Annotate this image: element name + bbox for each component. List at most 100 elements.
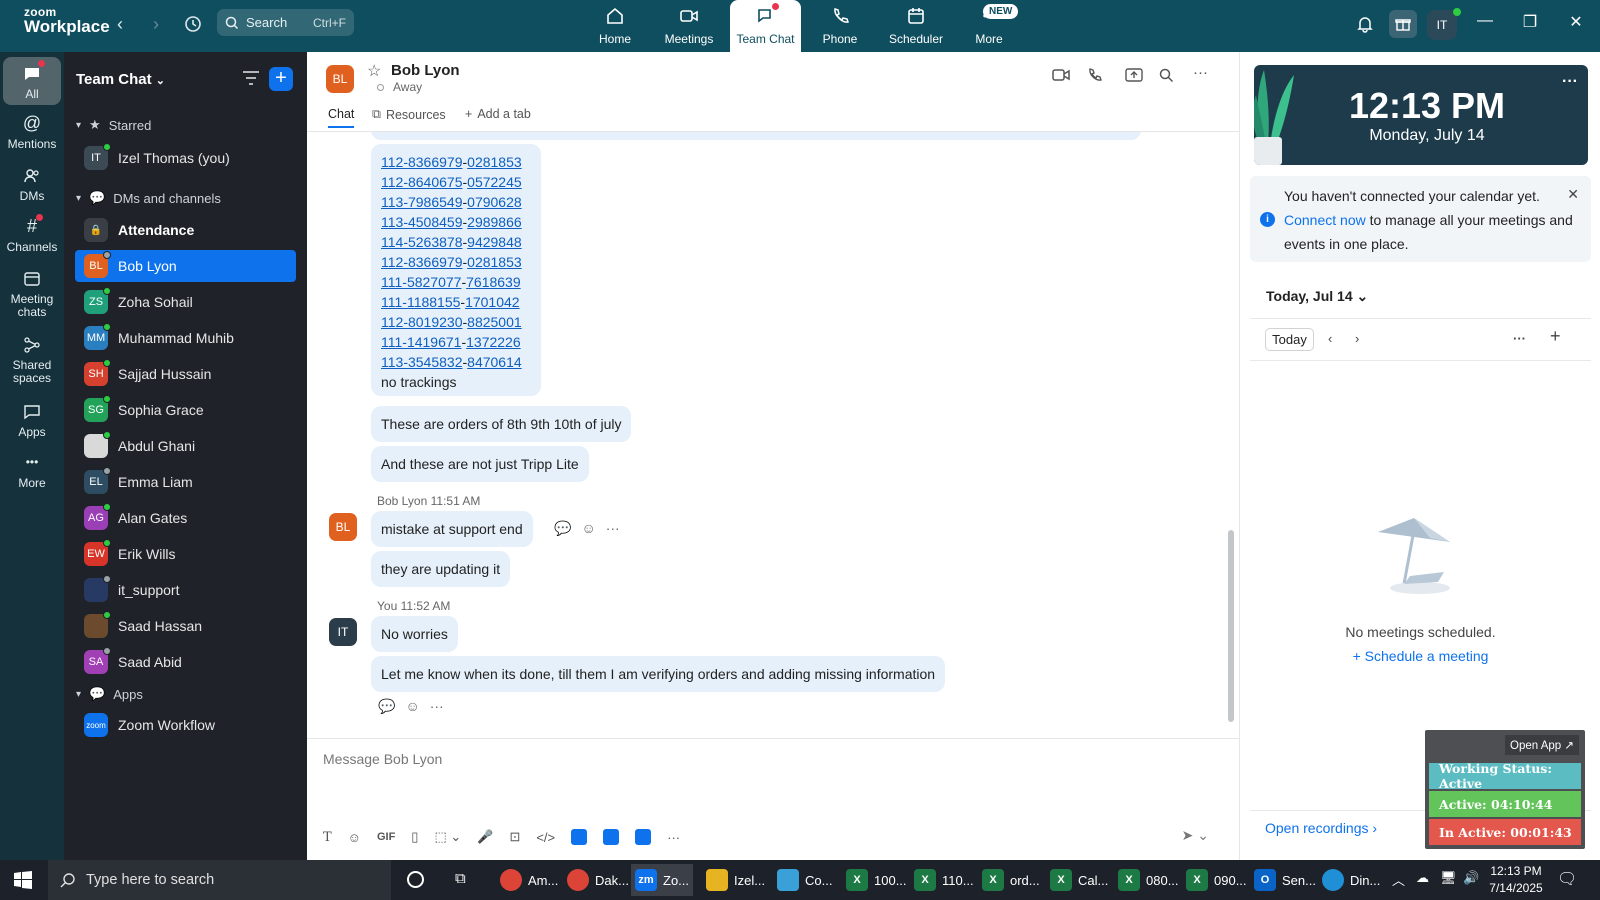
send-button[interactable]: ➤ ⌄ [1182,827,1209,844]
new-chat-button[interactable]: + [269,67,293,91]
taskbar-app[interactable]: Am... [496,864,562,896]
contact-item[interactable]: Abdul Ghani [75,430,296,462]
tracking-link[interactable]: 114-5263878 [381,234,462,250]
contact-item[interactable]: EW Erik Wills [75,538,296,570]
taskbar-app[interactable]: Co... [773,864,836,896]
prev-day-icon[interactable]: ‹ [1328,331,1332,346]
tab-team-chat[interactable]: Team Chat [730,0,801,52]
avatar[interactable]: BL [329,513,357,541]
tracking-link[interactable]: 0281853 [467,254,522,270]
tracking-link[interactable]: 0790628 [467,194,522,210]
file-icon[interactable]: ▯ [411,829,418,845]
rail-shared-spaces[interactable]: Shared spaces [3,334,61,385]
app-icon[interactable] [603,829,620,845]
apps-section[interactable]: ▾ 💬 Apps [76,686,143,702]
rail-channels[interactable]: # Channels [3,214,61,254]
rail-all[interactable]: All [3,57,61,106]
tab-phone[interactable]: Phone [804,0,876,52]
rail-more[interactable]: ••• More [3,452,61,490]
emoji-icon[interactable]: ☺ [405,698,419,715]
task-view-icon[interactable]: ⧉ [455,870,466,887]
more-icon[interactable]: ··· [430,698,444,715]
app-icon[interactable] [635,829,652,845]
rail-dms[interactable]: DMs [3,165,61,203]
filter-icon[interactable] [242,70,260,89]
minimize-icon[interactable]: — [1473,12,1497,30]
tracking-link[interactable]: 112-8019230 [381,314,462,330]
screenshot-icon[interactable]: ⬚ ⌄ [434,829,461,845]
onedrive-icon[interactable]: ☁ [1416,870,1429,886]
open-recordings-link[interactable]: Open recordings › [1265,820,1377,836]
starred-item-self[interactable]: IT Izel Thomas (you) [75,142,296,174]
close-icon[interactable]: ✕ [1564,12,1588,32]
more-options-icon[interactable]: ··· [1193,64,1208,81]
starred-section[interactable]: ▾ ★ Starred [76,117,151,133]
tracking-link[interactable]: 1372226 [466,334,521,350]
tracking-link[interactable]: 111-1188155 [381,294,460,310]
taskbar-app[interactable]: X 100... [842,864,911,896]
gif-icon[interactable]: GIF [377,831,395,843]
emoji-icon[interactable]: ☺ [348,830,361,845]
contact-item[interactable]: AG Alan Gates [75,502,296,534]
tracking-link[interactable]: 0281853 [467,154,522,170]
taskbar-app[interactable]: Din... [1318,864,1384,896]
tab-home[interactable]: Home [579,0,651,52]
taskbar-app[interactable]: Dak... [563,864,633,896]
video-message-icon[interactable]: ⊡ [509,829,520,845]
contact-name[interactable]: Bob Lyon [391,62,460,79]
network-icon[interactable]: 🖥 [1440,870,1457,886]
format-text-icon[interactable]: T [323,830,332,845]
taskbar-clock[interactable]: 12:13 PM 7/14/2025 [1488,863,1544,897]
phone-call-icon[interactable] [1087,68,1103,88]
back-icon[interactable]: ‹ [108,12,132,36]
contact-item[interactable]: SA Saad Abid [75,646,296,678]
forward-icon[interactable]: › [144,12,168,36]
taskbar-app[interactable]: Izel... [702,864,769,896]
search-input[interactable]: Search Ctrl+F [217,9,354,36]
share-screen-icon[interactable] [1125,68,1143,87]
tracking-link[interactable]: 112-8640675 [381,174,462,190]
more-icon[interactable]: ··· [606,520,620,537]
scrollbar[interactable] [1228,530,1234,722]
windows-start-icon[interactable] [14,871,32,892]
tracking-link[interactable]: 8825001 [467,314,522,330]
tab-resources[interactable]: ⧉ Resources [372,107,446,122]
taskbar-app[interactable]: X Cal... [1046,864,1112,896]
tracking-link[interactable]: 113-3545832 [381,354,462,370]
tracking-link[interactable]: 1701042 [465,294,520,310]
contact-item[interactable]: MM Muhammad Muhib [75,322,296,354]
tracking-link[interactable]: 0572245 [467,174,522,190]
taskbar-search[interactable]: Type here to search [48,860,391,900]
contact-item[interactable]: ZS Zoha Sohail [75,286,296,318]
panel-title[interactable]: Team Chat ⌄ [76,71,165,88]
taskbar-app[interactable]: X 080... [1114,864,1183,896]
schedule-meeting-link[interactable]: + Schedule a meeting [1240,648,1600,664]
volume-icon[interactable]: 🔊 [1463,870,1479,886]
tab-add[interactable]: + Add a tab [465,107,531,121]
add-event-icon[interactable]: + [1550,326,1561,347]
more-options-icon[interactable]: ··· [1562,73,1578,91]
close-icon[interactable]: ✕ [1567,182,1579,206]
tracking-link[interactable]: 2989866 [467,214,522,230]
tracking-link[interactable]: 9429848 [467,234,522,250]
more-icon[interactable]: ··· [667,830,680,845]
reply-icon[interactable]: 💬 [554,520,571,537]
tracking-link[interactable]: 7618639 [466,274,521,290]
emoji-icon[interactable]: ☺ [581,520,595,537]
history-icon[interactable] [181,12,205,36]
avatar[interactable]: IT [329,618,357,646]
gift-icon[interactable] [1389,10,1417,38]
restore-icon[interactable]: ❐ [1518,12,1542,32]
tab-more[interactable]: NEW ••• More [953,0,1025,52]
bell-icon[interactable] [1353,12,1377,36]
taskbar-app[interactable]: O Sen... [1250,864,1320,896]
tracking-link[interactable]: 113-4508459 [381,214,462,230]
contact-item[interactable]: it_support [75,574,296,606]
app-item-zoom-workflow[interactable]: zoom Zoom Workflow [75,709,296,741]
open-app-button[interactable]: Open App ↗ [1505,735,1579,755]
tracking-link[interactable]: 111-1419671 [381,334,461,350]
tracking-link[interactable]: 113-7986549 [381,194,462,210]
microphone-icon[interactable]: 🎤 [477,829,493,845]
rail-mentions[interactable]: @ Mentions [3,113,61,151]
tracking-link[interactable]: 112-8366979 [381,254,462,270]
